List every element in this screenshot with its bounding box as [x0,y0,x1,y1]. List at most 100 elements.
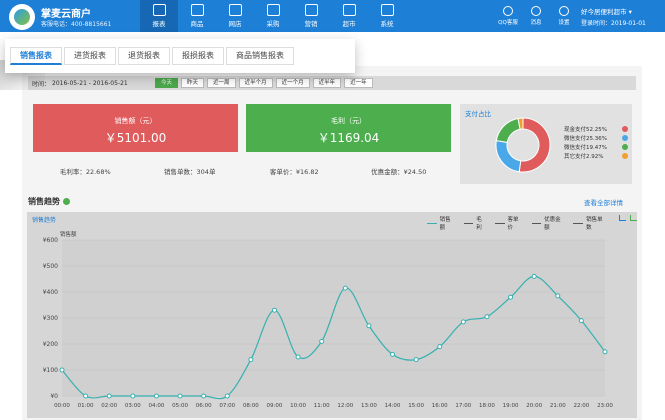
report-content: 时间： 2016-05-21 - 2016-05-21 今天 昨天 近一周 近半… [22,66,642,420]
section-title: 销售趋势 [28,196,70,207]
info-icon[interactable] [63,198,70,205]
y-tick-label: ¥500 [43,263,58,270]
nav-label: 营销 [304,20,318,28]
data-point [531,273,537,279]
x-tick-label: 22:00 [573,403,589,409]
donut-slice [495,140,522,173]
settings-button[interactable]: 设置 [550,0,578,32]
y-tick-label: ¥0 [50,393,58,400]
x-tick-label: 04:00 [149,403,165,409]
line-chart-icon[interactable] [619,215,627,221]
nav-item-marketing[interactable]: 营销 [292,0,330,32]
nav-item-goods[interactable]: 商品 [178,0,216,32]
payment-donut [495,117,551,173]
service-phone: 客服电话：400-8815661 [41,21,112,28]
x-tick-label: 14:00 [385,403,401,409]
chart-svg: ¥0 ¥100 ¥200 ¥300 ¥400 ¥500 ¥600销售额 00:00 01:00 0… [43,230,614,409]
x-tick-label: 18:00 [479,403,495,409]
payment-row: 其它支付2.92% [564,151,628,160]
bell-icon [503,6,513,16]
bar-chart-icon[interactable] [630,215,637,221]
payment-row: 现金支付52.25% [564,124,628,133]
tab-loss-report[interactable]: 报损报表 [172,47,224,65]
nav-item-supermarket[interactable]: 超市 [330,0,368,32]
shop-icon [342,4,356,16]
tab-return-report[interactable]: 退货报表 [118,47,170,65]
data-point [555,293,561,299]
legend-dot [622,125,628,132]
donut-slice [495,117,521,143]
data-point [578,318,584,324]
data-point [295,354,301,360]
store-icon [228,4,242,16]
x-tick-label: 19:00 [503,403,519,409]
nav-item-system[interactable]: 系统 [368,0,406,32]
main-nav: 报表 商品 网店 采购 营销 超市 系统 [140,0,406,32]
report-tabs: 销售报表 进货报表 退货报表 报损报表 商品销售报表 [5,39,355,73]
data-point [83,393,89,399]
tool-label: 设置 [558,20,570,26]
payment-name: 其它支付2.92% [564,153,604,160]
chip-yesterday[interactable]: 昨天 [181,78,205,88]
data-point [437,344,443,350]
user-menu[interactable]: 好今居便利超市 ▾ [581,6,632,16]
x-tick-label: 11:00 [314,403,330,409]
x-tick-label: 21:00 [550,403,566,409]
stat-discount: 优惠金额：¥24.50 [371,168,427,176]
tab-sales-report[interactable]: 销售报表 [10,47,62,65]
x-tick-label: 00:00 [54,403,70,409]
data-point [366,323,372,329]
chip-year[interactable]: 近一年 [344,78,373,88]
date-filter-bar: 时间： 2016-05-21 - 2016-05-21 今天 昨天 近一周 近半… [28,76,636,90]
topbar-tools: QQ客服 消息 设置 [494,0,578,32]
x-tick-label: 02:00 [101,403,117,409]
stat-orders: 销售单数：304单 [164,168,216,176]
data-point [484,314,490,320]
date-range-input[interactable]: 2016-05-21 - 2016-05-21 [52,80,152,87]
tab-purchase-report[interactable]: 进货报表 [64,47,116,65]
qq-service-button[interactable]: QQ客服 [494,0,522,32]
data-point [224,393,230,399]
gear-icon [559,6,569,16]
x-tick-label: 07:00 [219,403,235,409]
data-point [130,393,136,399]
data-point [390,351,396,357]
stat-avg-price: 客单价：¥16.82 [269,168,319,176]
y-tick-label: ¥600 [43,237,58,244]
data-point [59,367,65,373]
x-tick-label: 10:00 [290,403,306,409]
nav-item-purchase[interactable]: 采购 [254,0,292,32]
messages-button[interactable]: 消息 [522,0,550,32]
chip-today[interactable]: 今天 [155,78,179,88]
data-point [460,319,466,325]
see-all-link[interactable]: 查看全部详情 [584,197,623,207]
payment-name: 现金支付52.25% [564,126,607,133]
chip-half-month[interactable]: 近半个月 [238,78,273,88]
tab-goods-sales-report[interactable]: 商品销售报表 [226,47,294,65]
x-tick-label: 13:00 [361,403,377,409]
nav-label: 报表 [152,20,166,28]
chart-title: 销售趋势 [32,217,57,224]
chip-month[interactable]: 近一个月 [275,78,310,88]
nav-item-webstore[interactable]: 网店 [216,0,254,32]
data-point [177,393,183,399]
nav-label: 商品 [190,20,204,28]
y-tick-label: ¥300 [43,315,58,322]
x-tick-label: 20:00 [526,403,542,409]
y-tick-label: ¥200 [43,341,58,348]
x-tick-label: 08:00 [243,403,259,409]
x-tick-label: 23:00 [597,403,613,409]
x-tick-label: 16:00 [432,403,448,409]
data-point [201,393,207,399]
nav-item-report[interactable]: 报表 [140,0,178,32]
legend-dot [622,143,628,150]
sales-card: 销售额（元） ￥5101.00 [33,104,238,152]
sales-trend-chart: 销售趋势 销售额 毛利 客单价 优惠金额 销售单数 ¥0 ¥100 ¥200 ¥300… [27,212,637,418]
chip-week[interactable]: 近一周 [207,78,236,88]
payment-share-panel: 支付占比 现金支付52.25% 微信支付25.36% 微信支付19.47% 其它… [460,104,632,184]
payment-row: 微信支付25.36% [564,133,628,142]
chip-half-year[interactable]: 近半年 [312,78,342,88]
nav-label: 系统 [380,20,394,28]
y-tick-label: ¥400 [43,289,58,296]
tool-label: QQ客服 [498,20,518,26]
